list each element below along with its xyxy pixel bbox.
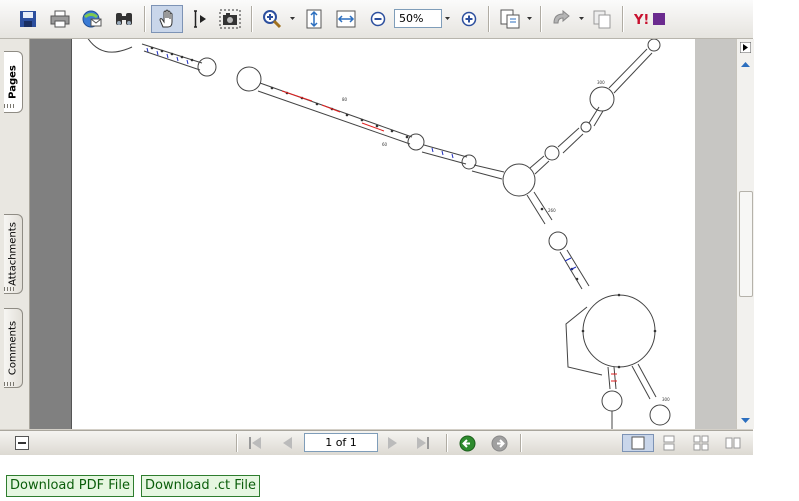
- toolbar-separator: [540, 6, 542, 32]
- statusbar-separator: [520, 434, 522, 452]
- snapshot-icon[interactable]: [218, 7, 242, 31]
- download-ct-button[interactable]: Download .ct File: [141, 475, 261, 497]
- tab-comments[interactable]: Comments: [4, 308, 23, 388]
- page-margin: [695, 39, 736, 429]
- yahoo-icon[interactable]: Y!: [633, 7, 669, 31]
- print-icon[interactable]: [48, 7, 72, 31]
- tab-attachments[interactable]: Attachments: [4, 214, 23, 294]
- statusbar-separator: [446, 434, 448, 452]
- svg-text:Y!: Y!: [634, 13, 649, 28]
- rotate-icon[interactable]: [549, 7, 573, 31]
- pdf-viewer: 50% Y! Pages Attachments Comments 80 60 …: [0, 0, 754, 455]
- options-menu-icon[interactable]: [13, 434, 31, 452]
- panel-grip: [4, 382, 14, 386]
- email-icon[interactable]: [80, 7, 104, 31]
- toolbar-separator: [251, 6, 253, 32]
- scrollbar-thumb[interactable]: [739, 191, 753, 297]
- scroll-down-icon[interactable]: [740, 417, 751, 425]
- select-text-icon[interactable]: [187, 7, 211, 31]
- nucleotide-label: 80: [342, 97, 348, 102]
- toolbar-separator: [622, 6, 624, 32]
- single-page-layout-icon[interactable]: [622, 434, 654, 452]
- rna-secondary-structure-diagram: 80 60 260 300 300: [87, 39, 671, 429]
- tab-attachments-label: Attachments: [7, 222, 19, 286]
- scroll-up-icon[interactable]: [740, 60, 751, 68]
- chevron-down-icon[interactable]: [527, 17, 532, 21]
- document-area[interactable]: 80 60 260 300 300: [30, 39, 736, 429]
- facing-layout-icon[interactable]: [692, 434, 710, 452]
- zoom-in-icon[interactable]: [457, 7, 481, 31]
- nucleotide-label: 300: [597, 80, 605, 85]
- first-page-icon[interactable]: [246, 434, 264, 452]
- toolbar-separator: [488, 6, 490, 32]
- continuous-layout-icon[interactable]: [660, 434, 678, 452]
- zoom-out-icon[interactable]: [366, 7, 390, 31]
- zoom-level-field[interactable]: 50%: [394, 9, 442, 28]
- nucleotide-label: 260: [548, 208, 556, 213]
- copy-icon[interactable]: [590, 7, 614, 31]
- panel-grip: [4, 287, 14, 291]
- pdf-page: 80 60 260 300 300: [71, 39, 697, 429]
- chevron-down-icon[interactable]: [579, 17, 584, 21]
- tab-comments-label: Comments: [7, 320, 19, 376]
- status-bar: 1 of 1: [0, 430, 753, 455]
- navigation-panel: Pages Attachments Comments: [0, 39, 30, 429]
- two-up-layout-icon[interactable]: [724, 434, 742, 452]
- page-number-field[interactable]: 1 of 1: [304, 433, 378, 452]
- next-view-icon[interactable]: [490, 434, 508, 452]
- toolbar: 50% Y!: [0, 0, 753, 39]
- chevron-down-icon[interactable]: [445, 17, 450, 21]
- page-layout-icon[interactable]: [498, 7, 522, 31]
- find-icon[interactable]: [112, 7, 136, 31]
- fit-page-icon[interactable]: [302, 7, 326, 31]
- nucleotide-label: 60: [382, 142, 388, 147]
- collapse-arrow-icon[interactable]: [740, 42, 751, 53]
- download-pdf-button[interactable]: Download PDF File: [6, 475, 134, 497]
- nucleotide-label: 300: [662, 397, 670, 402]
- fit-width-icon[interactable]: [334, 7, 358, 31]
- zoom-in-tool-icon[interactable]: [260, 7, 284, 31]
- panel-grip: [4, 104, 14, 108]
- vertical-scrollbar[interactable]: [736, 39, 754, 429]
- previous-page-icon[interactable]: [278, 434, 296, 452]
- tab-pages-label: Pages: [7, 65, 19, 99]
- last-page-icon[interactable]: [414, 434, 432, 452]
- chevron-down-icon[interactable]: [290, 17, 295, 21]
- previous-view-icon[interactable]: [458, 434, 476, 452]
- toolbar-separator: [144, 6, 146, 32]
- statusbar-separator: [236, 434, 238, 452]
- next-page-icon[interactable]: [384, 434, 402, 452]
- hand-tool-icon[interactable]: [151, 5, 183, 33]
- save-icon[interactable]: [16, 7, 40, 31]
